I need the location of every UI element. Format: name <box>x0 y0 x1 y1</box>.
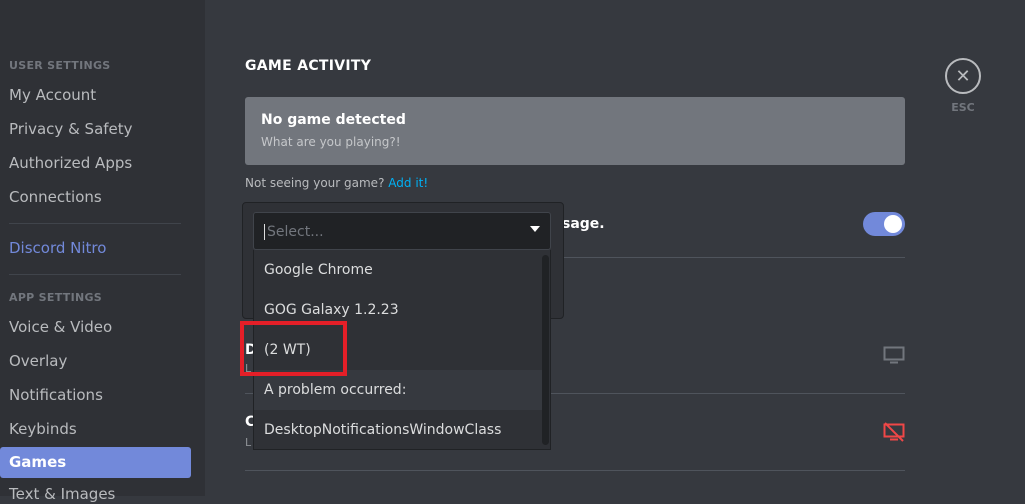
close-settings[interactable]: ✕ ESC <box>945 58 981 114</box>
sidebar-divider <box>9 223 181 224</box>
display-status-toggle[interactable] <box>863 212 905 236</box>
user-settings-header: USER SETTINGS <box>9 59 111 72</box>
status-message-label-tail: sage. <box>562 216 605 232</box>
not-seeing-game-text: Not seeing your game? Add it! <box>245 176 428 190</box>
sidebar-item-authorized-apps[interactable]: Authorized Apps <box>9 153 132 173</box>
sidebar-item-discord-nitro[interactable]: Discord Nitro <box>9 238 106 258</box>
monitor-icon[interactable] <box>883 346 905 364</box>
game-status-title: No game detected <box>261 112 406 128</box>
menu-scrollbar[interactable] <box>542 255 549 445</box>
select-option[interactable]: Google Chrome <box>254 250 544 290</box>
game-select-input[interactable]: Select... <box>253 212 551 250</box>
sidebar-item-keybinds[interactable]: Keybinds <box>9 419 77 439</box>
select-option[interactable]: A problem occurred: <box>254 370 544 410</box>
current-game-box: No game detected What are you playing?! <box>245 97 905 165</box>
not-seeing-label: Not seeing your game? <box>245 176 385 190</box>
sidebar-item-connections[interactable]: Connections <box>9 187 102 207</box>
sidebar-item-my-account[interactable]: My Account <box>9 85 96 105</box>
chevron-down-icon[interactable] <box>530 226 540 232</box>
add-game-link[interactable]: Add it! <box>388 176 428 190</box>
close-icon[interactable]: ✕ <box>945 58 981 94</box>
select-option[interactable]: DesktopNotificationsWindowClass <box>254 410 544 449</box>
select-placeholder: Select... <box>264 224 324 240</box>
sidebar-divider <box>9 274 181 275</box>
game-row-sub-partial: L <box>245 436 252 449</box>
toggle-knob <box>884 215 902 233</box>
sidebar-item-games[interactable]: Games <box>0 447 191 478</box>
sidebar-item-voice-video[interactable]: Voice & Video <box>9 317 112 337</box>
page-title: GAME ACTIVITY <box>245 58 372 74</box>
esc-label: ESC <box>951 101 975 114</box>
monitor-off-icon[interactable] <box>883 422 905 442</box>
sidebar-item-privacy-safety[interactable]: Privacy & Safety <box>9 119 133 139</box>
app-settings-header: APP SETTINGS <box>9 291 103 304</box>
annotation-highlight-box <box>240 321 347 376</box>
sidebar-item-overlay[interactable]: Overlay <box>9 351 67 371</box>
sidebar-item-notifications[interactable]: Notifications <box>9 385 103 405</box>
sidebar-item-text-images[interactable]: Text & Images <box>9 484 115 504</box>
divider <box>245 470 905 471</box>
settings-sidebar: USER SETTINGS My Account Privacy & Safet… <box>0 0 205 503</box>
game-status-subtitle: What are you playing?! <box>261 135 401 149</box>
